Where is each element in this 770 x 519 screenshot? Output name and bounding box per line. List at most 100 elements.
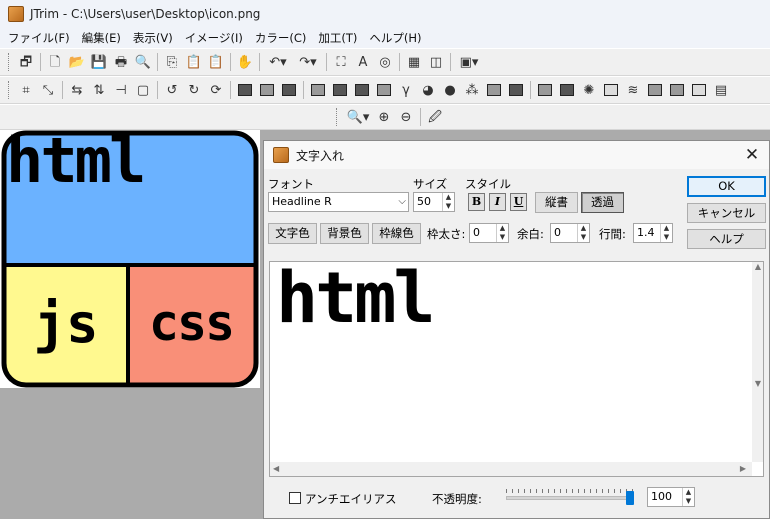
new-window-icon[interactable]: 🗗 [16, 52, 36, 72]
line-spacing-spinner[interactable]: 1.4 ▲ ▼ [633, 223, 673, 243]
rotate-free-icon[interactable]: ⟳ [206, 80, 226, 100]
antialias-checkbox[interactable] [289, 492, 301, 504]
vertical-text-button[interactable]: 縦書 [535, 192, 578, 213]
blur-icon[interactable] [535, 80, 555, 100]
menu-image[interactable]: イメージ(I) [179, 28, 249, 48]
help-button[interactable]: ヘルプ [687, 229, 766, 249]
rotate-right-icon[interactable]: ↻ [184, 80, 204, 100]
wave-icon[interactable]: ≋ [623, 80, 643, 100]
opacity-slider-thumb[interactable] [626, 491, 634, 505]
xor-icon[interactable] [484, 80, 504, 100]
menu-help[interactable]: ヘルプ(H) [363, 28, 427, 48]
color-adjust-icon[interactable] [235, 80, 255, 100]
print-icon[interactable]: 🖶 [111, 52, 131, 72]
text-insert-dialog: 文字入れ ✕ フォント Headline R ⌵ サイズ 50 ▲ ▼ スタイル … [263, 140, 770, 519]
spinner-arrows-icon[interactable]: ▲ ▼ [442, 193, 454, 211]
toolbar-separator [62, 81, 63, 99]
gamma-icon[interactable]: γ [396, 80, 416, 100]
ok-button[interactable]: OK [687, 176, 766, 197]
background-color-button[interactable]: 背景色 [320, 223, 369, 244]
menu-view[interactable]: 表示(V) [127, 28, 179, 48]
fill-icon[interactable] [352, 80, 372, 100]
spinner-arrows-icon[interactable]: ▲ ▼ [577, 224, 589, 242]
horizontal-scrollbar[interactable]: ◀ ▶ [270, 462, 752, 476]
flip-vertical-icon[interactable]: ⇅ [89, 80, 109, 100]
display-mode-icon[interactable]: ▣▾ [455, 52, 483, 72]
spinner-arrows-icon[interactable]: ▲ ▼ [682, 488, 694, 506]
close-icon[interactable]: ✕ [743, 146, 761, 164]
vertical-scrollbar[interactable]: ▲ ▼ [752, 262, 763, 462]
grid-icon[interactable]: ▦ [404, 52, 424, 72]
menu-process[interactable]: 加工(T) [312, 28, 363, 48]
toolbar-grip[interactable] [336, 108, 339, 126]
mosaic-icon[interactable]: ◎ [375, 52, 395, 72]
brightness-icon[interactable] [257, 80, 277, 100]
resize-icon[interactable]: ⤡ [38, 80, 58, 100]
font-select[interactable]: Headline R ⌵ [268, 192, 409, 212]
sunburst-icon[interactable]: ✺ [579, 80, 599, 100]
border-color-button[interactable]: 枠線色 [372, 223, 421, 244]
image-toolbar: ⌗ ⤡ ⇆ ⇅ ⊣ ▢ ↺ ↻ ⟳ γ ◕ ● ⁂ ✺ ≋ ▤ [0, 76, 770, 104]
menu-color[interactable]: カラー(C) [249, 28, 313, 48]
open-icon[interactable]: 📂 [67, 52, 87, 72]
contrast-icon[interactable] [279, 80, 299, 100]
capture-icon[interactable]: ✋ [235, 52, 255, 72]
grayscale-icon[interactable] [308, 80, 328, 100]
size-spinner[interactable]: 50 ▲ ▼ [413, 192, 455, 212]
eyedropper-icon[interactable]: 🖉 [425, 107, 445, 127]
transparent-button[interactable]: 透過 [581, 192, 624, 213]
flip-horizontal-icon[interactable]: ⇆ [67, 80, 87, 100]
zoom-icon[interactable]: 🔍▾ [344, 107, 372, 127]
mirror-icon[interactable]: ⊣ [111, 80, 131, 100]
opacity-value: 100 [651, 490, 672, 503]
menu-edit[interactable]: 編集(E) [76, 28, 127, 48]
rotate-left-icon[interactable]: ↺ [162, 80, 182, 100]
brick-icon[interactable] [667, 80, 687, 100]
bold-button[interactable]: B [468, 193, 485, 211]
title-bar: JTrim - C:\Users\user\Desktop\icon.png [0, 0, 770, 28]
color-balls-icon[interactable]: ⁂ [462, 80, 482, 100]
more-icon[interactable]: ▤ [711, 80, 731, 100]
emboss-icon[interactable] [645, 80, 665, 100]
italic-button[interactable]: I [489, 193, 506, 211]
noise-icon[interactable] [601, 80, 621, 100]
pie-icon[interactable]: ◕ [418, 80, 438, 100]
underline-button[interactable]: U [510, 193, 527, 211]
zoom-out-icon[interactable]: ⊖ [396, 107, 416, 127]
new-icon[interactable]: 🗋 [45, 52, 65, 72]
text-preview-area[interactable]: html ▲ ▼ ◀ ▶ [269, 261, 764, 477]
margin-spinner[interactable]: 0 ▲ ▼ [550, 223, 590, 243]
border-width-spinner[interactable]: 0 ▲ ▼ [469, 223, 509, 243]
opacity-slider[interactable] [506, 496, 634, 500]
negative-icon[interactable] [374, 80, 394, 100]
paste-icon[interactable]: 📋 [184, 52, 204, 72]
menu-bar: ファイル(F) 編集(E) 表示(V) イメージ(I) カラー(C) 加工(T)… [0, 28, 770, 48]
undo-icon[interactable]: ↶▾ [264, 52, 292, 72]
copy-icon[interactable]: ⎘ [162, 52, 182, 72]
spinner-arrows-icon[interactable]: ▲ ▼ [496, 224, 508, 242]
folder-icon[interactable] [330, 80, 350, 100]
menu-file[interactable]: ファイル(F) [2, 28, 76, 48]
toolbar-grip[interactable] [8, 81, 11, 99]
spinner-arrows-icon[interactable]: ▲ ▼ [660, 224, 672, 242]
border-icon[interactable] [689, 80, 709, 100]
cancel-button[interactable]: キャンセル [687, 203, 766, 223]
dialog-title-bar[interactable]: 文字入れ ✕ [264, 141, 769, 169]
fit-window-icon[interactable]: ⛶ [331, 52, 351, 72]
monochrome-icon[interactable] [506, 80, 526, 100]
text-icon[interactable]: A [353, 52, 373, 72]
compare-icon[interactable]: ◫ [426, 52, 446, 72]
margin-icon[interactable]: ▢ [133, 80, 153, 100]
toolbar-grip[interactable] [8, 53, 11, 71]
crop-icon[interactable]: ⌗ [16, 80, 36, 100]
opacity-spinner[interactable]: 100 ▲ ▼ [647, 487, 695, 507]
sepia-icon[interactable]: ● [440, 80, 460, 100]
print-preview-icon[interactable]: 🔍 [133, 52, 153, 72]
paste-new-icon[interactable]: 📋 [206, 52, 226, 72]
zoom-in-icon[interactable]: ⊕ [374, 107, 394, 127]
redo-icon[interactable]: ↷▾ [294, 52, 322, 72]
save-icon[interactable]: 💾 [89, 52, 109, 72]
toolbar-separator [230, 53, 231, 71]
sharpen-icon[interactable] [557, 80, 577, 100]
text-color-button[interactable]: 文字色 [268, 223, 317, 244]
